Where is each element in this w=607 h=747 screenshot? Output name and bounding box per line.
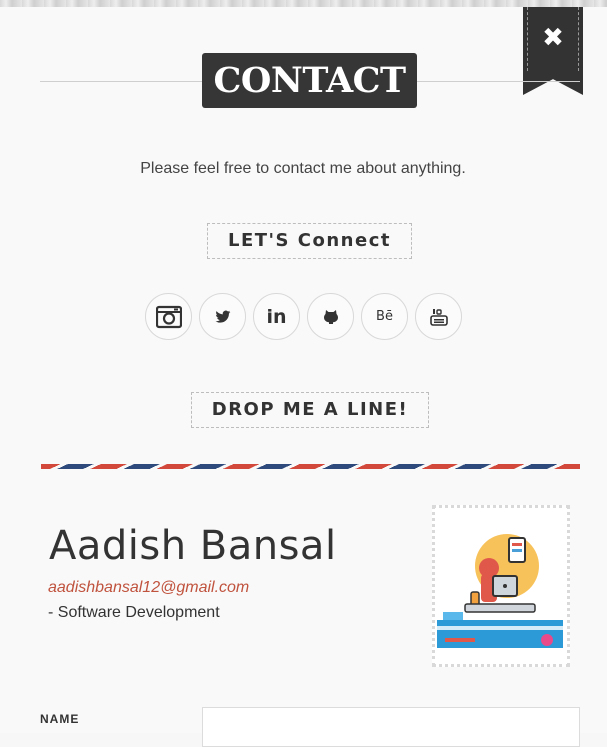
name-input[interactable] (202, 707, 580, 747)
wood-background-strip (0, 0, 607, 7)
github-icon (323, 309, 338, 324)
contact-panel: ✖ CONTACT Please feel free to contact me… (0, 7, 607, 747)
connect-heading: LET'S Connect (207, 223, 412, 259)
close-icon: ✖ (542, 23, 564, 53)
instagram-icon (155, 305, 182, 328)
postage-stamp (432, 505, 570, 667)
name-field-label: NAME (40, 712, 80, 726)
youtube-icon (429, 308, 448, 326)
airmail-border (41, 464, 580, 469)
social-instagram-button[interactable] (145, 293, 192, 340)
developer-illustration-stamp (437, 534, 563, 648)
social-github-button[interactable] (307, 293, 354, 340)
social-youtube-button[interactable] (415, 293, 462, 340)
behance-icon: Bē (376, 309, 393, 324)
contact-email-link[interactable]: aadishbansal12@gmail.com (48, 579, 249, 597)
intro-text: Please feel free to contact me about any… (140, 160, 466, 177)
social-twitter-button[interactable] (199, 293, 246, 340)
social-linkedin-button[interactable]: in (253, 293, 300, 340)
twitter-icon (215, 310, 230, 323)
social-links: in Bē (145, 293, 462, 341)
contact-name: Aadish Bansal (49, 523, 337, 569)
page-title: CONTACT (202, 53, 417, 108)
contact-role: - Software Development (48, 604, 220, 621)
linkedin-icon: in (266, 305, 287, 328)
social-behance-button[interactable]: Bē (361, 293, 408, 340)
drop-line-heading: DROP ME A LINE! (191, 392, 429, 428)
